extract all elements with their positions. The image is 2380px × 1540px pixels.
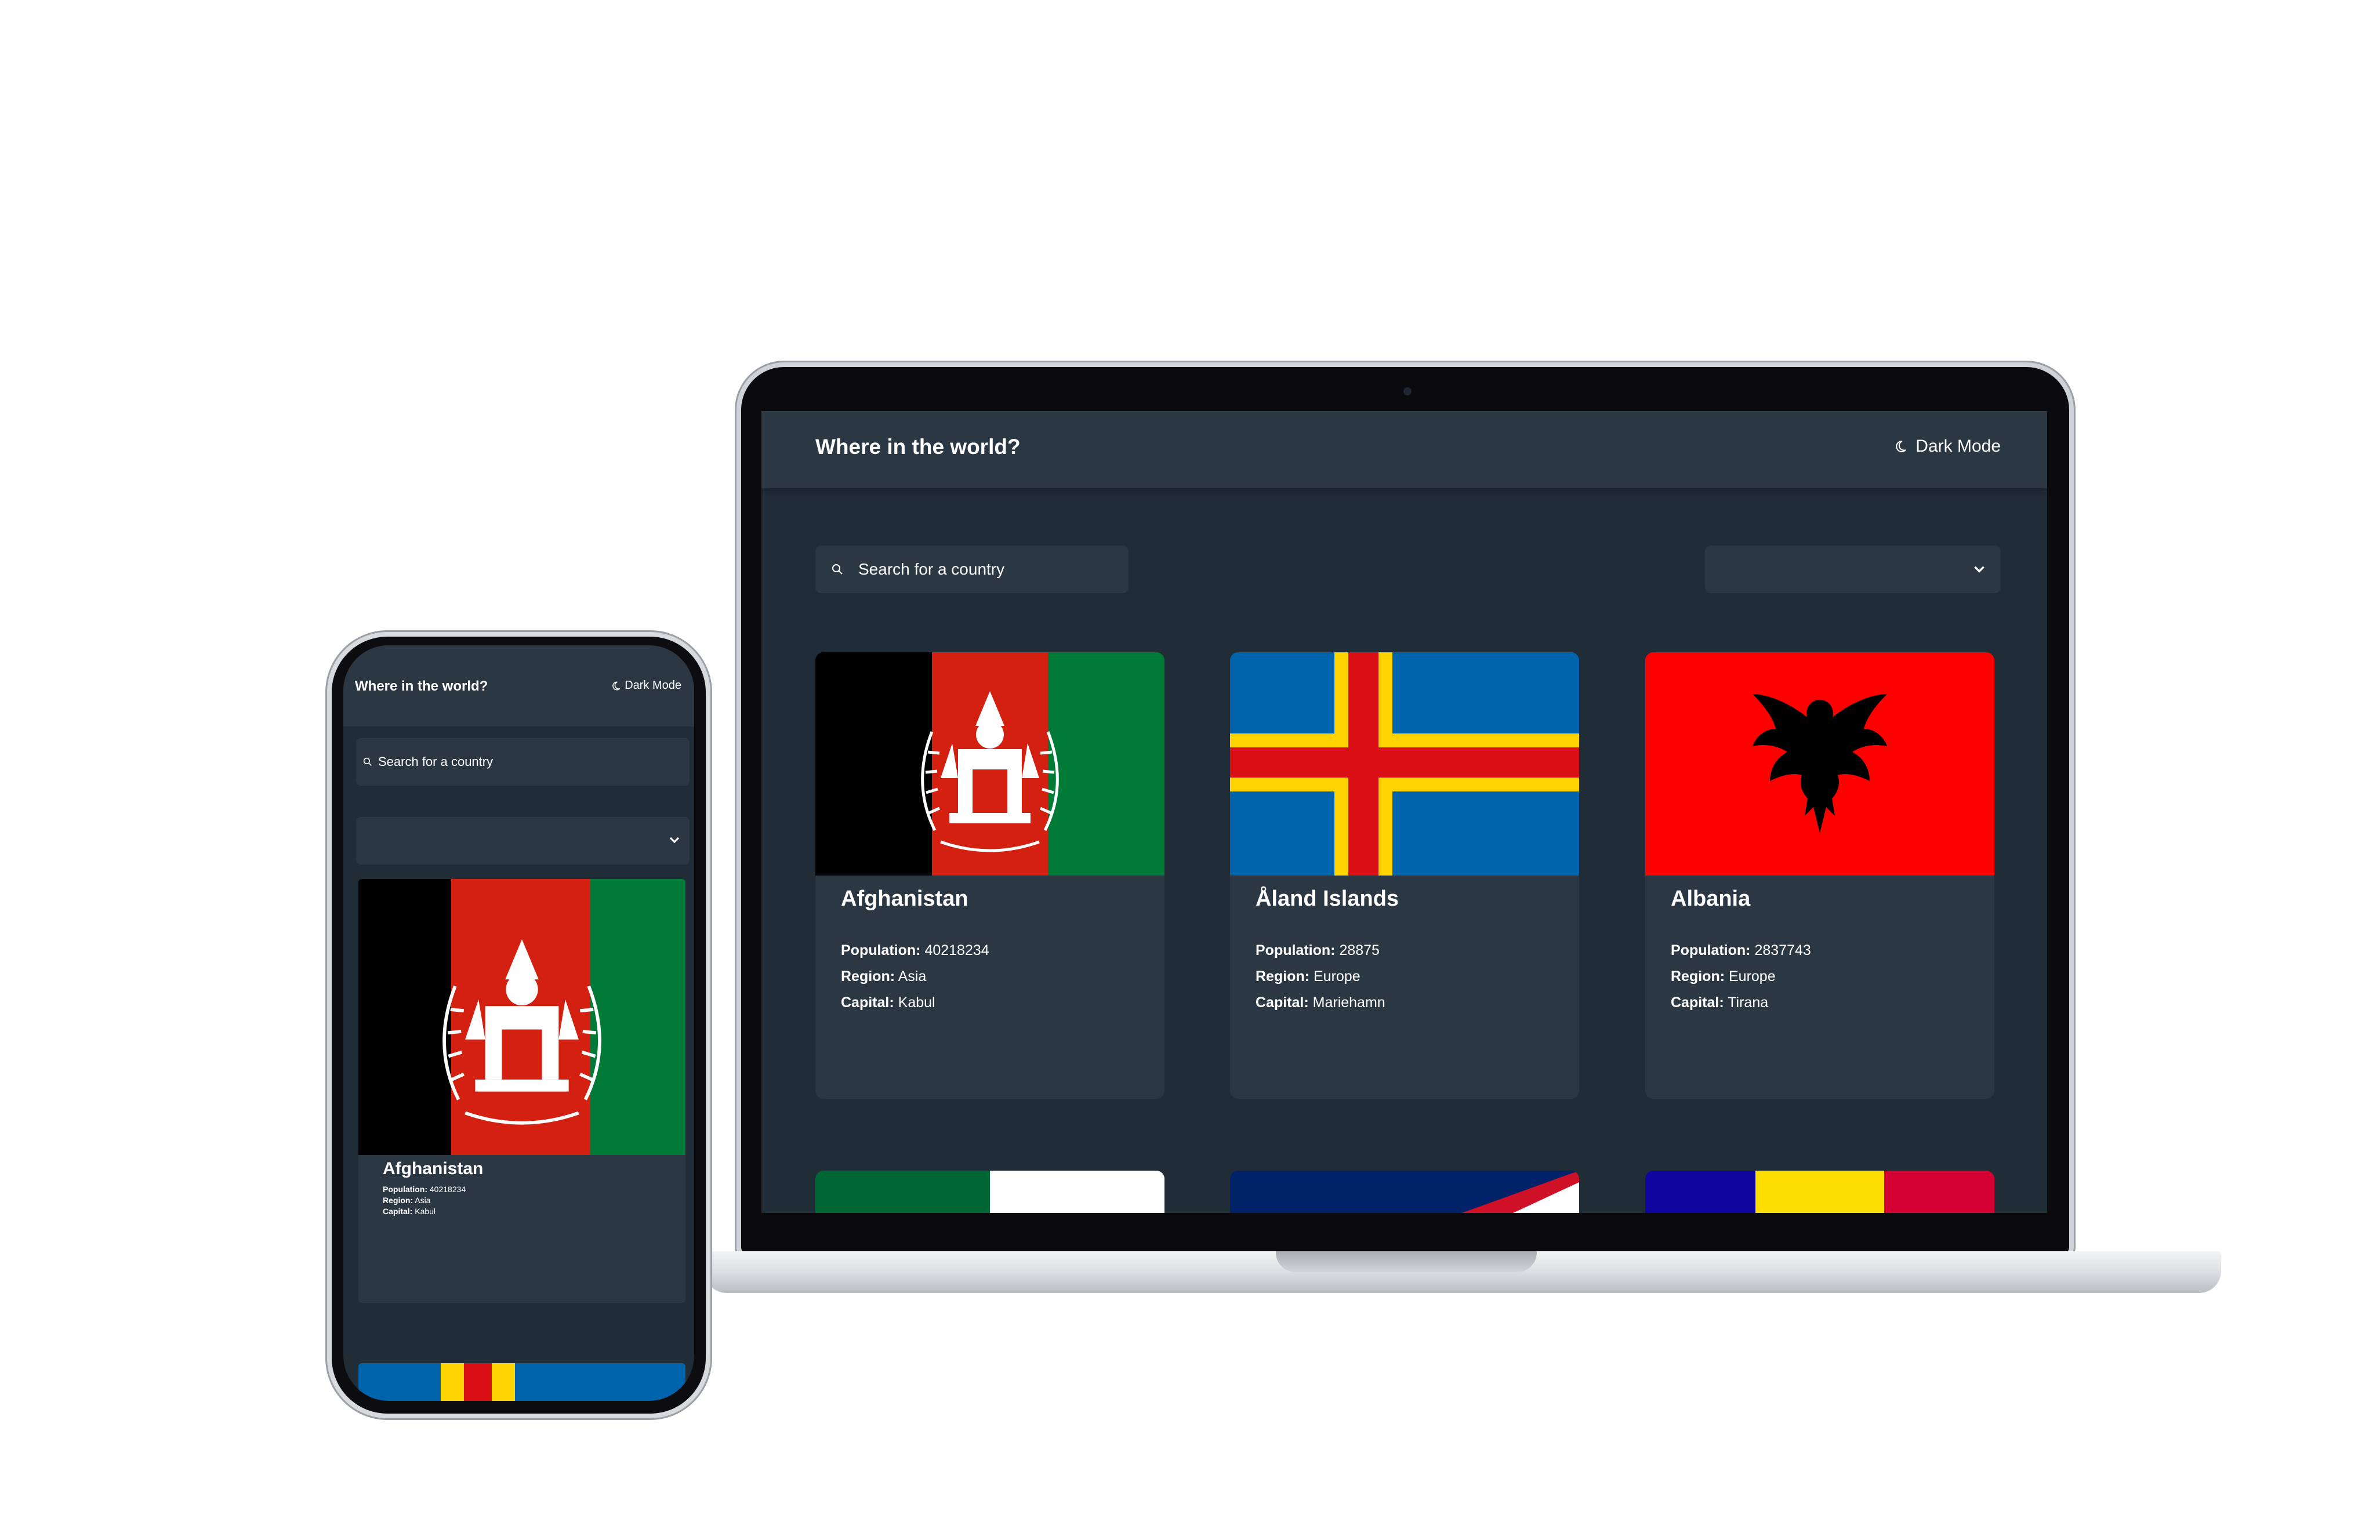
- capital-value: Kabul: [415, 1207, 436, 1216]
- search-icon: [832, 564, 843, 575]
- laptop-notch: [1276, 1251, 1537, 1272]
- population-label: Population:: [383, 1185, 427, 1194]
- capital-value: Mariehamn: [1312, 994, 1385, 1011]
- afghanistan-emblem: [442, 939, 601, 1125]
- capital-label: Capital:: [1671, 994, 1724, 1011]
- country-info: Population: 2837743 Region: Europe Capit…: [1671, 938, 1811, 1016]
- country-info: Population: 40218234 Region: Asia Capita…: [841, 938, 989, 1016]
- region-filter-select[interactable]: [356, 817, 690, 865]
- mobile-app-header: Where in the world? Dark Mode: [343, 645, 694, 727]
- capital-label: Capital:: [1256, 994, 1309, 1011]
- country-card-afghanistan[interactable]: Afghanistan Population: 40218234 Region:…: [815, 652, 1164, 1099]
- dark-mode-label: Dark Mode: [1915, 437, 2001, 456]
- dark-mode-toggle[interactable]: Dark Mode: [611, 679, 681, 692]
- region-value: Asia: [415, 1196, 431, 1205]
- phone-screen: Where in the world? Dark Mode Search for…: [343, 645, 694, 1401]
- country-card-aland-islands[interactable]: Åland Islands Population: 28875 Region: …: [1230, 652, 1579, 1099]
- albania-eagle: [1753, 694, 1887, 833]
- country-card-afghanistan[interactable]: Afghanistan Population: 40218234 Region:…: [358, 879, 685, 1303]
- population-label: Population:: [841, 942, 921, 958]
- american-samoa-flag-part: [1461, 1171, 1579, 1213]
- country-card-andorra[interactable]: [1645, 1171, 1994, 1213]
- country-name: Albania: [1671, 887, 1751, 911]
- laptop-screen: Where in the world? Dark Mode Search for…: [761, 411, 2047, 1213]
- app-title: Where in the world?: [355, 678, 488, 694]
- country-card-albania[interactable]: Albania Population: 2837743 Region: Euro…: [1645, 652, 1994, 1099]
- chevron-down-icon: [1974, 566, 1984, 573]
- region-value: Europe: [1314, 968, 1360, 985]
- country-card-aland-islands[interactable]: [358, 1363, 685, 1401]
- search-input[interactable]: [378, 754, 680, 769]
- dark-mode-label: Dark Mode: [625, 679, 681, 692]
- country-info: Population: 28875 Region: Europe Capital…: [1256, 938, 1385, 1016]
- capital-label: Capital:: [841, 994, 894, 1011]
- country-name: Åland Islands: [1256, 887, 1399, 911]
- flag-albania: [1645, 652, 1994, 876]
- country-name: Afghanistan: [841, 887, 968, 911]
- region-label: Region:: [1671, 968, 1725, 985]
- population-value: 2837743: [1754, 942, 1811, 958]
- region-label: Region:: [841, 968, 895, 985]
- search-field[interactable]: [356, 738, 690, 786]
- capital-value: Tirana: [1728, 994, 1769, 1011]
- search-icon: [363, 757, 372, 766]
- device-mockup-stage: Where in the world? Dark Mode Search for…: [0, 0, 2380, 1540]
- flag-afghanistan: [358, 879, 685, 1155]
- country-info: Population: 40218234 Region: Asia Capita…: [383, 1184, 466, 1217]
- search-field[interactable]: [815, 546, 1129, 593]
- region-label: Region:: [1256, 968, 1310, 985]
- app-header: Where in the world? Dark Mode: [761, 411, 2047, 488]
- laptop-camera: [1403, 387, 1412, 395]
- flag-afghanistan: [815, 652, 1164, 876]
- chevron-down-icon: [669, 837, 680, 844]
- moon-icon: [1896, 440, 1907, 452]
- flag-aland-islands: [1230, 652, 1579, 876]
- population-value: 40218234: [429, 1185, 466, 1194]
- app-title: Where in the world?: [815, 435, 1021, 459]
- capital-label: Capital:: [383, 1207, 413, 1216]
- search-input[interactable]: [858, 560, 1113, 579]
- population-label: Population:: [1671, 942, 1751, 958]
- country-card-american-samoa[interactable]: [1230, 1171, 1579, 1213]
- country-name: Afghanistan: [383, 1159, 484, 1178]
- moon-icon: [612, 681, 621, 690]
- region-value: Europe: [1729, 968, 1776, 985]
- region-label: Region:: [383, 1196, 413, 1205]
- region-filter-select[interactable]: [1705, 546, 2001, 593]
- capital-value: Kabul: [898, 994, 935, 1011]
- dark-mode-toggle[interactable]: Dark Mode: [1893, 437, 2001, 456]
- country-card-algeria[interactable]: [815, 1171, 1164, 1213]
- population-label: Population:: [1256, 942, 1336, 958]
- afghanistan-emblem: [921, 691, 1059, 852]
- region-value: Asia: [898, 968, 927, 985]
- population-value: 28875: [1339, 942, 1380, 958]
- population-value: 40218234: [924, 942, 989, 958]
